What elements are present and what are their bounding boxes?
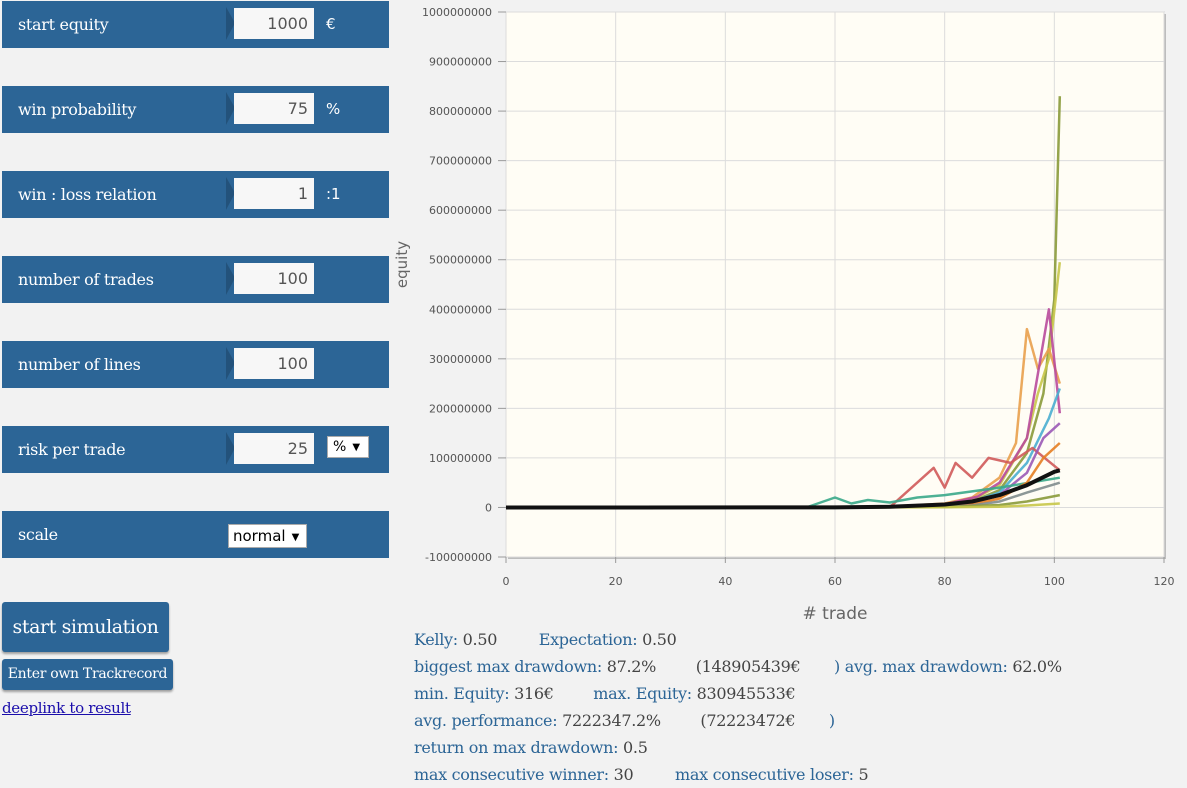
x-axis-label: # trade <box>803 604 868 624</box>
start-equity-input[interactable]: 1000 <box>234 8 314 39</box>
param-number-of-lines: number of lines 100 <box>2 341 389 388</box>
start-equity-field[interactable]: 1000 <box>226 7 316 40</box>
x-tick-label: 40 <box>718 575 732 588</box>
avg-drawdown-value: 62.0% <box>1012 657 1062 676</box>
x-tick-label: 0 <box>503 575 510 588</box>
risk-per-trade-label: risk per trade <box>18 440 126 459</box>
y-tick-label: 200000000 <box>429 402 492 415</box>
x-tick-label: 60 <box>828 575 842 588</box>
y-tick-label: 100000000 <box>429 452 492 465</box>
win-probability-label: win probability <box>18 100 137 119</box>
x-tick-label: 80 <box>938 575 952 588</box>
max-consecutive-winner-value: 30 <box>613 765 634 784</box>
max-consecutive-loser-value: 5 <box>858 765 869 784</box>
y-tick-label: -100000000 <box>425 551 492 564</box>
kelly-value: 0.50 <box>462 630 498 649</box>
chevron-down-icon: ▼ <box>291 532 300 543</box>
param-scale: scale normal ▼ <box>2 511 389 558</box>
min-equity-value: 316€ <box>514 684 554 703</box>
equity-chart: 0 20 40 60 80 100 120 -100000000 0 100000000 20000… <box>393 6 1175 624</box>
stats-line-3: min. Equity: 316€ max. Equity: 830945533… <box>414 680 1184 707</box>
param-number-of-trades: number of trades 100 <box>2 256 389 303</box>
expectation-value: 0.50 <box>642 630 677 649</box>
y-tick-label: 600000000 <box>429 204 492 217</box>
stats-line-5: return on max drawdown: 0.5 <box>414 734 1184 761</box>
win-loss-input[interactable]: 1 <box>234 178 314 209</box>
y-tick-label: 500000000 <box>429 254 492 267</box>
param-win-loss: win : loss relation 1 :1 <box>2 171 389 218</box>
win-loss-field[interactable]: 1 <box>226 177 316 210</box>
chevron-down-icon: ▼ <box>352 442 361 453</box>
y-tick-label: 900000000 <box>429 56 492 69</box>
max-equity-label: max. Equity: <box>593 684 692 703</box>
biggest-drawdown-value: 87.2% <box>606 657 657 676</box>
x-tick-label: 100 <box>1044 575 1065 588</box>
expectation-label: Expectation: <box>538 630 638 649</box>
y-tick-label: 700000000 <box>429 155 492 168</box>
y-axis-label: equity <box>393 241 411 288</box>
number-of-lines-field[interactable]: 100 <box>226 347 316 380</box>
y-tick-label: 0 <box>485 501 492 514</box>
romd-value: 0.5 <box>623 738 648 757</box>
param-risk-per-trade: risk per trade 25 % ▼ <box>2 426 389 473</box>
min-equity-label: min. Equity: <box>414 684 510 703</box>
stats-line-6: max consecutive winner: 30 max consecuti… <box>414 761 1184 788</box>
stats-line-2: biggest max drawdown: 87.2% (148905439€ … <box>414 653 1184 680</box>
scale-label: scale <box>18 525 58 544</box>
max-equity-value: 830945533€ <box>696 684 796 703</box>
ratio-unit: :1 <box>326 185 341 203</box>
risk-per-trade-field[interactable]: 25 <box>226 432 316 465</box>
biggest-drawdown-label: biggest max drawdown: <box>414 657 602 676</box>
biggest-drawdown-abs: (148905439€ <box>695 657 801 676</box>
win-probability-input[interactable]: 75 <box>234 93 314 124</box>
number-of-trades-label: number of trades <box>18 270 154 289</box>
number-of-lines-label: number of lines <box>18 355 141 374</box>
stats-panel: Kelly: 0.50 Expectation: 0.50 biggest ma… <box>414 626 1184 788</box>
romd-label: return on max drawdown: <box>414 738 619 757</box>
y-tick-label: 300000000 <box>429 353 492 366</box>
number-of-trades-input[interactable]: 100 <box>234 263 314 294</box>
max-consecutive-loser-label: max consecutive loser: <box>675 765 854 784</box>
y-tick-label: 800000000 <box>429 105 492 118</box>
scale-value: normal <box>233 527 286 545</box>
start-equity-label: start equity <box>18 15 109 34</box>
risk-unit-value: % <box>333 439 347 455</box>
y-tick-label: 400000000 <box>429 303 492 316</box>
euro-unit: € <box>326 15 336 33</box>
x-tick-label: 20 <box>609 575 623 588</box>
number-of-trades-field[interactable]: 100 <box>226 262 316 295</box>
win-loss-label: win : loss relation <box>18 185 157 204</box>
stats-line-1: Kelly: 0.50 Expectation: 0.50 <box>414 626 1184 653</box>
stats-line-4: avg. performance: 7222347.2% (72223472€ … <box>414 707 1184 734</box>
avg-performance-abs: (72223472€ <box>700 711 796 730</box>
kelly-label: Kelly: <box>414 630 458 649</box>
x-tick-label: 120 <box>1154 575 1175 588</box>
risk-unit-select[interactable]: % ▼ <box>327 436 369 458</box>
start-simulation-button[interactable]: start simulation <box>2 602 169 652</box>
avg-performance-label: avg. performance: <box>414 711 558 730</box>
avg-performance-value: 7222347.2% <box>562 711 661 730</box>
avg-performance-close: ) <box>828 711 835 730</box>
win-probability-field[interactable]: 75 <box>226 92 316 125</box>
enter-trackrecord-button[interactable]: Enter own Trackrecord <box>2 659 173 690</box>
max-consecutive-winner-label: max consecutive winner: <box>414 765 609 784</box>
deeplink-link[interactable]: deeplink to result <box>2 699 131 717</box>
y-tick-label: 1000000000 <box>422 6 492 19</box>
number-of-lines-input[interactable]: 100 <box>234 348 314 379</box>
percent-unit: % <box>326 100 341 118</box>
param-win-probability: win probability 75 % <box>2 86 389 133</box>
biggest-drawdown-close: ) <box>834 657 840 676</box>
risk-per-trade-input[interactable]: 25 <box>234 433 314 464</box>
param-start-equity: start equity 1000 € <box>2 1 389 48</box>
scale-select[interactable]: normal ▼ <box>228 524 307 548</box>
avg-drawdown-label: avg. max drawdown: <box>844 657 1008 676</box>
